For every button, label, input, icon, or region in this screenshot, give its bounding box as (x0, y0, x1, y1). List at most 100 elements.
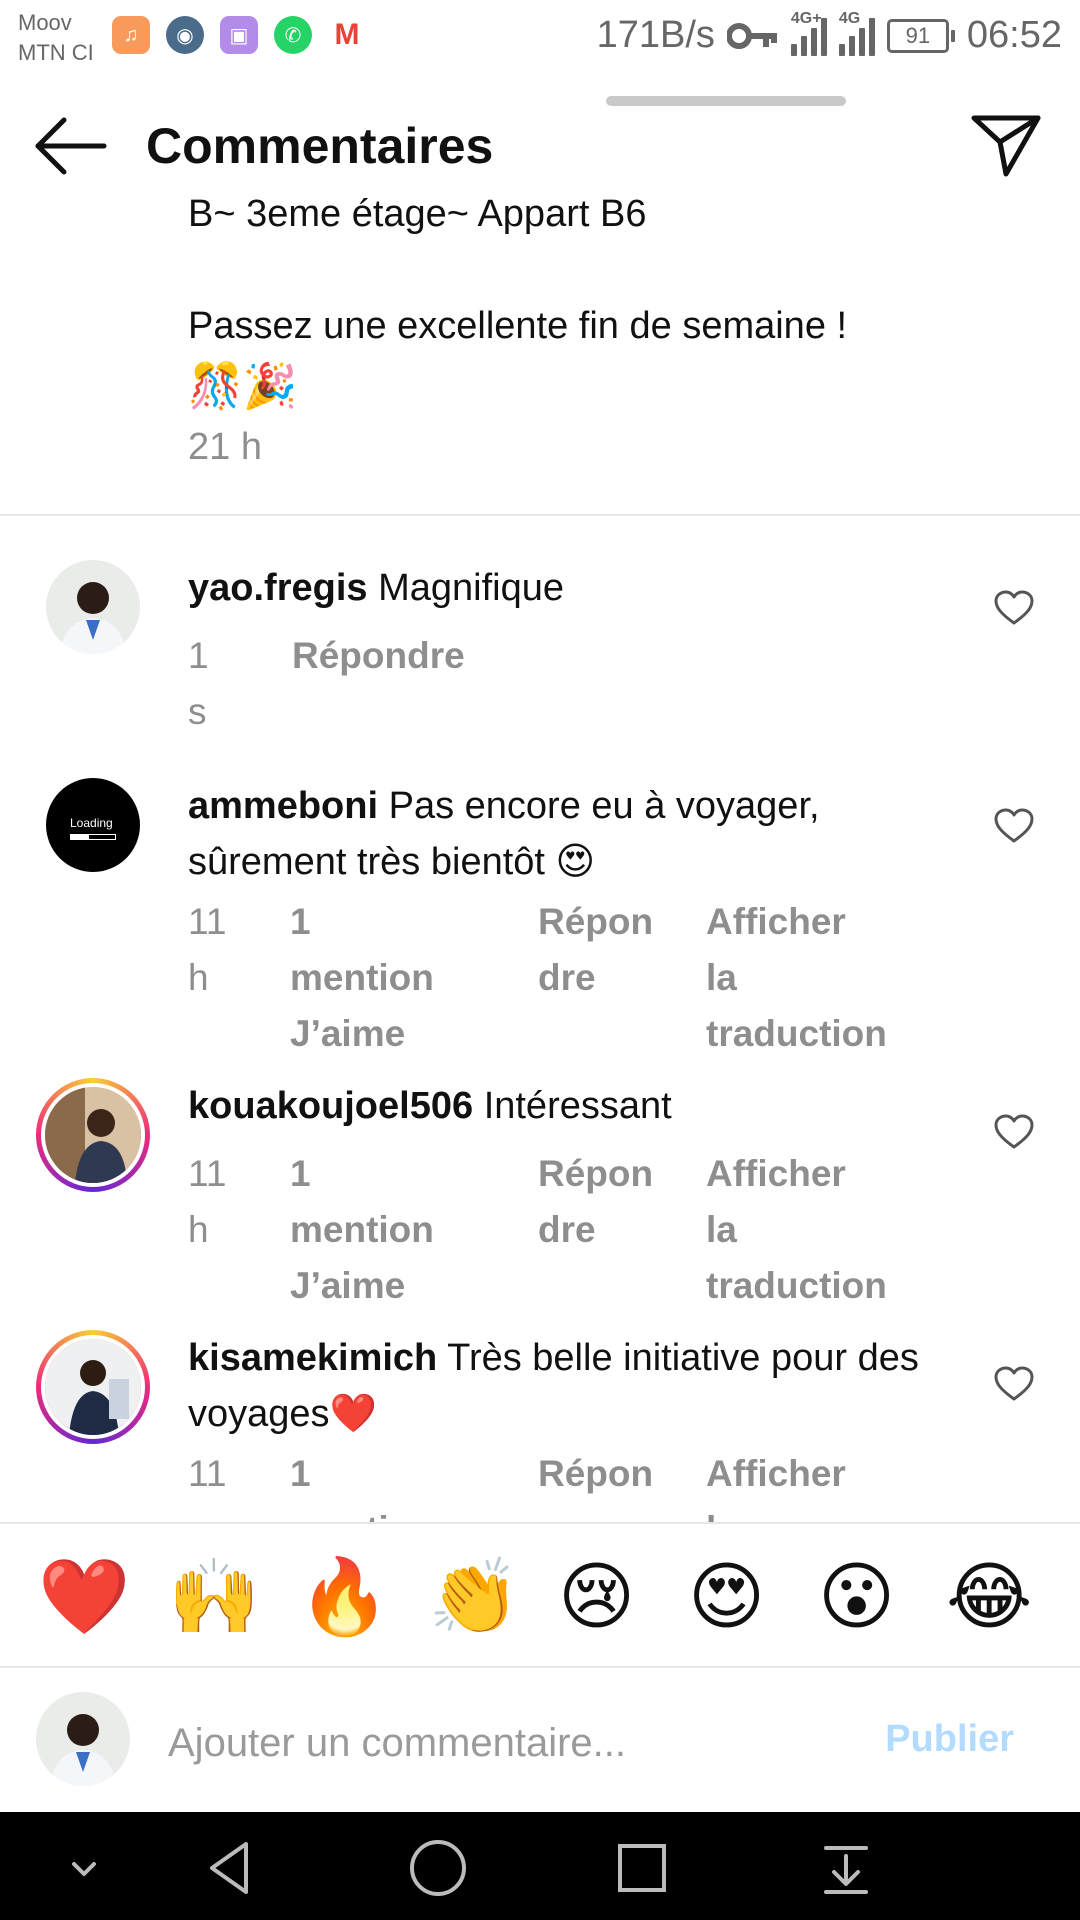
gmail-icon: M (328, 16, 366, 54)
signal-sim2-icon: 4G (838, 10, 875, 56)
reply-line: Répon (538, 1153, 654, 1194)
likes-count-button[interactable]: 1 mention (290, 1446, 434, 1522)
sim1-network-tag: 4G+ (790, 9, 822, 27)
signal-sim1-icon: 4G+ (790, 10, 827, 56)
battery-icon: 91 (886, 18, 955, 53)
caption-text: Passez une excellente fin de semaine ! (188, 305, 848, 347)
translate-line: traduction (706, 1013, 887, 1054)
like-heart-icon[interactable] (994, 1114, 1034, 1150)
reply-line: Répon (538, 901, 654, 942)
divider (0, 514, 1080, 516)
battery-level: 91 (886, 18, 949, 53)
comment-time-line: 11 (188, 901, 227, 942)
comment-username[interactable]: kisamekimich (188, 1337, 437, 1379)
likes-count-line: 1 mention (290, 1153, 434, 1250)
carrier-line-1: Moov (18, 10, 72, 35)
user-photo-icon (36, 1692, 130, 1786)
reply-line: dre (538, 957, 596, 998)
translate-line: traduction (706, 1265, 887, 1306)
user-photo-icon (46, 560, 140, 654)
avatar[interactable] (46, 560, 140, 654)
comment-text: kisamekimich Très belle initiative pour … (188, 1330, 928, 1442)
comment-body: Intéressant (483, 1085, 672, 1127)
status-indicators: 171B/s 4G+ 4G 91 06:52 (596, 10, 1062, 57)
caption-emoji: 🎊🎉 (188, 362, 298, 411)
comment-item: kisamekimich Très belle initiative pour … (0, 1330, 1080, 1522)
emoji-raising-hands-button[interactable]: 🙌 (168, 1552, 260, 1642)
system-navigation-bar (0, 1812, 1080, 1920)
translate-line: Afficher la (706, 1153, 846, 1250)
whatsapp-icon: ✆ (274, 16, 312, 54)
clock: 06:52 (966, 14, 1062, 56)
likes-count-line: J’aime (290, 1013, 406, 1054)
comment-time: 11 h (188, 894, 226, 1006)
emoji-heart-button[interactable]: ❤️ (38, 1552, 130, 1642)
page-title: Commentaires (146, 118, 494, 174)
translate-button[interactable]: Afficher la traduction (706, 1146, 887, 1314)
reply-button[interactable]: Répondre (292, 628, 465, 684)
vpn-key-icon (726, 22, 777, 49)
translate-button[interactable]: Afficher la (706, 1446, 846, 1522)
network-speed: 171B/s (596, 14, 715, 56)
reply-button[interactable]: Répon dre (538, 894, 653, 1006)
likes-count-button[interactable]: 1 mention J’aime (290, 894, 434, 1062)
comment-username[interactable]: kouakoujoel506 (188, 1085, 473, 1127)
comment-time: 11 h (188, 1146, 226, 1258)
likes-count-button[interactable]: 1 mention J’aime (290, 1146, 434, 1314)
sim2-network-tag: 4G (838, 9, 861, 27)
music-app-icon: ♫ (112, 16, 150, 54)
gallery-app-icon: ▣ (220, 16, 258, 54)
current-user-avatar (36, 1692, 130, 1786)
user-photo-icon (45, 1087, 141, 1183)
comment-time-line: h (188, 957, 209, 998)
caption-timestamp: 21 h (188, 426, 262, 468)
avatar-story-ring[interactable] (36, 1330, 150, 1444)
reply-line: dre (538, 1209, 596, 1250)
like-heart-icon[interactable] (994, 1366, 1034, 1402)
browser-app-icon: ◉ (166, 16, 204, 54)
reply-button[interactable]: Répon dre (538, 1146, 653, 1258)
quick-emoji-bar: ❤️ 🙌 🔥 👏 😢 😍 😮 😂 (0, 1522, 1080, 1668)
user-photo-icon (45, 1339, 141, 1435)
comment-text: ammeboni Pas encore eu à voyager, sûreme… (188, 778, 928, 890)
nav-home-icon[interactable] (406, 1836, 470, 1900)
comment-username[interactable]: ammeboni (188, 785, 378, 827)
emoji-crying-button[interactable]: 😢 (558, 1552, 635, 1642)
like-heart-icon[interactable] (994, 590, 1034, 626)
chevron-down-icon[interactable] (52, 1836, 116, 1900)
comment-time-line: 11 (188, 1153, 227, 1194)
notification-shade-icon[interactable] (814, 1836, 878, 1900)
comment-body: Magnifique (378, 567, 564, 609)
emoji-clap-button[interactable]: 👏 (428, 1552, 520, 1642)
publish-button[interactable]: Publier (885, 1718, 1014, 1761)
send-icon[interactable] (970, 112, 1042, 178)
like-heart-icon[interactable] (994, 808, 1034, 844)
caption-partial-line: B~ 3eme étage~ Appart B6 (188, 194, 647, 234)
avatar[interactable]: Loading (46, 778, 140, 872)
nav-back-icon[interactable] (202, 1836, 266, 1900)
emoji-laughing-button[interactable]: 😂 (946, 1552, 1032, 1642)
avatar-story-ring[interactable] (36, 1078, 150, 1192)
nav-recents-icon[interactable] (610, 1836, 674, 1900)
carrier-line-2: MTN CI (18, 40, 94, 65)
translate-line: Afficher la (706, 901, 846, 998)
carrier-label: Moov MTN CI (18, 8, 94, 68)
comment-text: yao.fregis Magnifique (188, 560, 928, 616)
emoji-fire-button[interactable]: 🔥 (298, 1552, 390, 1642)
translate-button[interactable]: Afficher la traduction (706, 894, 887, 1062)
header: Commentaires (0, 100, 1080, 190)
emoji-surprised-button[interactable]: 😮 (818, 1552, 895, 1642)
comment-username[interactable]: yao.fregis (188, 567, 368, 609)
comment-composer: Publier (0, 1666, 1080, 1814)
likes-count-line: J’aime (290, 1265, 406, 1306)
avatar-loading-bar (70, 834, 116, 840)
emoji-heart-eyes-button[interactable]: 😍 (688, 1552, 765, 1642)
likes-count-line: 1 mention (290, 901, 434, 998)
comment-time: 11 (188, 1453, 227, 1494)
status-bar: Moov MTN CI ♫ ◉ ▣ ✆ M 171B/s 4G+ 4G 91 0… (0, 0, 1080, 80)
back-arrow-icon[interactable] (34, 116, 108, 176)
comment-input[interactable] (166, 1712, 850, 1774)
reply-button[interactable]: Répon (538, 1446, 653, 1502)
comment-text: kouakoujoel506 Intéressant (188, 1078, 928, 1134)
avatar-loading-text: Loading (70, 816, 113, 830)
